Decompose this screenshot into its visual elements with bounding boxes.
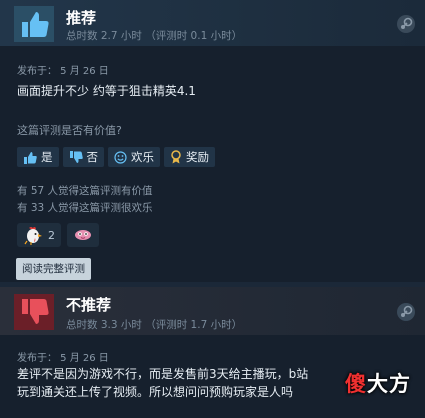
steam-icon [397, 15, 415, 33]
vote-yes-label: 是 [41, 150, 53, 164]
vote-funny-button[interactable]: 欢乐 [108, 147, 160, 167]
post-date: 发布于： 5 月 26 日 [17, 66, 109, 77]
pink-face-icon [75, 230, 91, 240]
smiley-icon [114, 150, 127, 164]
award-item[interactable] [67, 223, 99, 247]
funny-count: 有 33 人觉得这篇评测很欢乐 [17, 202, 153, 214]
watermark-logo: 傻大方 [345, 372, 411, 396]
helpful-count: 有 57 人觉得这篇评测有价值 [17, 185, 153, 197]
steam-icon [397, 303, 415, 321]
review-card-recommended: 推荐 总时数 2.7 小时 （评测时 0.1 小时） 发布于： 5 月 26 日… [0, 0, 425, 282]
review-header[interactable]: 不推荐 总时数 3.3 小时 （评测时 1.7 小时） [0, 287, 425, 335]
review-text-line: 差评不是因为游戏不行，而是发售前3天给主播玩，b站 [17, 367, 309, 381]
verdict-title: 不推荐 [66, 296, 112, 314]
rooster-icon [24, 227, 42, 245]
review-text: 差评不是因为游戏不行，而是发售前3天给主播玩，b站 玩到通关还上传了视频。所以想… [17, 365, 308, 401]
award-label: 奖励 [186, 150, 209, 164]
award-item[interactable]: 2 [17, 223, 61, 247]
award-count: 2 [48, 228, 55, 242]
vote-buttons: 是 否 欢乐 奖励 [17, 147, 215, 167]
vote-no-label: 否 [86, 150, 99, 164]
award-button[interactable]: 奖励 [164, 147, 215, 167]
post-date: 发布于： 5 月 26 日 [17, 353, 109, 364]
review-text: 画面提升不少 约等于狙击精英4.1 [17, 84, 196, 98]
read-full-review-button[interactable]: 阅读完整评测 [16, 258, 91, 280]
verdict-title: 推荐 [66, 9, 97, 27]
awards-received: 2 [17, 223, 99, 247]
thumbs-up-icon [14, 6, 54, 42]
thumbs-down-icon [14, 294, 54, 330]
thumbs-down-icon [69, 150, 83, 163]
thumbs-up-icon [24, 151, 37, 164]
review-card-not-recommended: 不推荐 总时数 3.3 小时 （评测时 1.7 小时） 发布于： 5 月 26 … [0, 287, 425, 418]
vote-no-button[interactable]: 否 [62, 147, 104, 167]
review-text-line: 玩到通关还上传了视频。所以想问问预购玩家是人吗 [17, 385, 294, 399]
review-header[interactable]: 推荐 总时数 2.7 小时 （评测时 0.1 小时） [0, 0, 425, 46]
vote-yes-button[interactable]: 是 [17, 147, 59, 167]
vote-counts: 有 57 人觉得这篇评测有价值 有 33 人觉得这篇评测很欢乐 [17, 183, 153, 217]
award-medal-icon [171, 150, 181, 164]
playtime-hours: 总时数 2.7 小时 （评测时 0.1 小时） [66, 30, 243, 42]
playtime-hours: 总时数 3.3 小时 （评测时 1.7 小时） [66, 319, 243, 331]
helpful-question: 这篇评测是否有价值? [17, 124, 122, 137]
vote-funny-label: 欢乐 [131, 150, 154, 164]
